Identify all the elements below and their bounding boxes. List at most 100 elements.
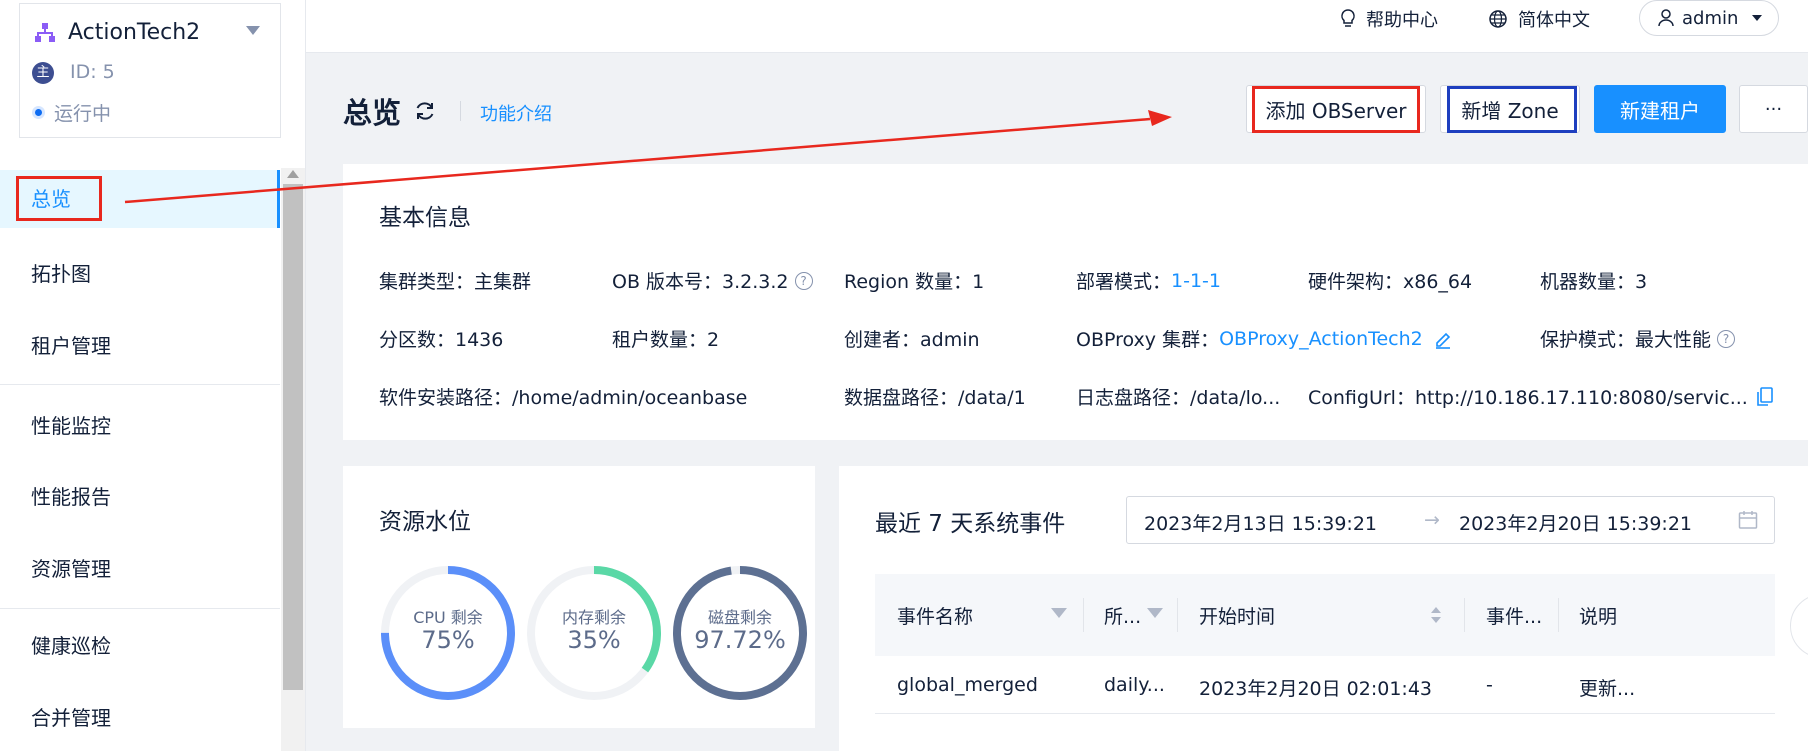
basic-info-title: 基本信息 (379, 205, 471, 231)
machine-count: 机器数量：3 (1540, 267, 1647, 294)
obproxy-link[interactable]: OBProxy_ActionTech2 (1219, 328, 1423, 350)
sidebar-item-performance-monitoring[interactable]: 性能监控 (0, 397, 280, 455)
question-circle-icon[interactable]: ? (794, 271, 813, 290)
nav-divider (0, 608, 280, 609)
calendar-icon[interactable] (1738, 510, 1758, 530)
region-count-text: Region 数量：1 (844, 271, 985, 293)
scroll-up-icon[interactable] (287, 170, 299, 178)
cell-description: 更新... (1579, 678, 1636, 700)
username: admin (1682, 7, 1739, 29)
resource-watermark-card: 资源水位 CPU 剩余 75% 内存剩余 35% 磁盘剩余 97.72% (343, 466, 815, 728)
edit-icon[interactable] (1433, 329, 1453, 349)
sidebar-item-resource-management[interactable]: 资源管理 (0, 540, 280, 598)
cluster-type-text: 集群类型：主集群 (379, 271, 532, 293)
user-icon (1658, 9, 1674, 27)
sidebar-item-topology[interactable]: 拓扑图 (0, 245, 280, 303)
hardware-arch: 硬件架构：x86_64 (1308, 267, 1472, 294)
deploy-mode-link[interactable]: 1-1-1 (1171, 270, 1221, 292)
table-row[interactable]: global_merged daily... 2023年2月20日 02:01:… (875, 656, 1775, 714)
refresh-icon[interactable] (414, 100, 436, 122)
add-observer-button[interactable]: 添加 OBServer (1246, 85, 1426, 133)
sidebar-item-tenant-management[interactable]: 租户管理 (0, 317, 280, 375)
column-start-time: 开始时间 (1199, 606, 1276, 628)
cluster-type: 集群类型：主集群 (379, 267, 531, 294)
help-center-link[interactable]: 帮助中心 (1340, 6, 1438, 32)
column-divider (1177, 598, 1178, 632)
resource-watermark-title: 资源水位 (379, 509, 471, 535)
creator: 创建者：admin (844, 325, 980, 352)
language-switch[interactable]: 简体中文 (1488, 6, 1590, 32)
filter-icon[interactable] (1051, 608, 1067, 618)
feature-intro-link[interactable]: 功能介绍 (480, 100, 552, 126)
config-url-text: ConfigUrl：http://10.186.17.110:8080/serv… (1308, 387, 1748, 409)
column-divider (1558, 598, 1559, 632)
more-actions-button[interactable]: ··· (1739, 85, 1808, 133)
ob-version: OB 版本号：3.2.3.2? (612, 267, 813, 294)
column-divider (1464, 598, 1465, 632)
sidebar-item-performance-report[interactable]: 性能报告 (0, 468, 280, 526)
protect-mode-text: 保护模式：最大性能 (1540, 329, 1712, 351)
cpu-gauge-label: CPU 剩余 (413, 608, 483, 627)
cell-event-status: - (1486, 674, 1493, 696)
column-event-name: 事件名称 (897, 606, 974, 628)
column-event-status: 事件... (1486, 606, 1543, 628)
system-events-card: 最近 7 天系统事件 2023年2月13日 15:39:21 → 2023年2月… (839, 466, 1808, 751)
sidebar-item-overview[interactable]: 总览 (0, 170, 280, 228)
memory-gauge-label: 内存剩余 (561, 608, 626, 627)
question-circle-icon[interactable]: ? (1717, 329, 1736, 348)
log-disk-path: 日志盘路径：/data/lo... (1076, 383, 1280, 410)
tenant-count-text: 租户数量：2 (612, 329, 720, 351)
data-disk-path: 数据盘路径：/data/1 (844, 383, 1026, 410)
basic-info-card: 基本信息 集群类型：主集群 OB 版本号：3.2.3.2? Region 数量：… (343, 164, 1808, 440)
cluster-status: 运行中 (54, 103, 112, 125)
lightbulb-icon (1341, 9, 1355, 27)
sidebar: ActionTech2 主 ID: 5 运行中 总览 拓扑图 租户管理 性能监控… (0, 0, 306, 751)
status-dot-icon (32, 106, 45, 119)
date-range-picker[interactable]: 2023年2月13日 15:39:21 → 2023年2月20日 15:39:2… (1126, 496, 1775, 544)
install-path-text: 软件安装路径：/home/admin/oceanbase (379, 387, 748, 409)
ob-version-text: OB 版本号：3.2.3.2 (612, 271, 789, 293)
partition-count-text: 分区数：1436 (379, 329, 504, 351)
tenant-count: 租户数量：2 (612, 325, 719, 352)
table-header: 事件名称 所... 开始时间 事件... 说明 (875, 574, 1775, 656)
cell-event-name: global_merged (897, 674, 1038, 696)
top-bar: 帮助中心 简体中文 admin (306, 0, 1808, 53)
cluster-name: ActionTech2 (68, 20, 201, 45)
cell-start-time: 2023年2月20日 02:01:43 (1199, 678, 1432, 700)
cluster-icon (35, 23, 55, 42)
creator-text: 创建者：admin (844, 329, 980, 351)
deploy-mode: 部署模式： 1-1-1 (1076, 267, 1221, 294)
column-belongs: 所... (1104, 606, 1142, 628)
sort-icon[interactable] (1430, 604, 1442, 626)
cpu-gauge-value: 75% (421, 626, 475, 654)
obproxy-cluster: OBProxy 集群： OBProxy_ActionTech2 (1076, 325, 1453, 352)
hardware-arch-text: 硬件架构：x86_64 (1308, 271, 1473, 293)
language-label: 简体中文 (1518, 10, 1590, 31)
deploy-mode-label: 部署模式： (1076, 271, 1172, 293)
filter-icon[interactable] (1147, 608, 1163, 618)
column-divider (1083, 598, 1084, 632)
config-url: ConfigUrl：http://10.186.17.110:8080/serv… (1308, 383, 1774, 410)
protect-mode: 保护模式：最大性能? (1540, 325, 1736, 352)
disk-gauge: 磁盘剩余 97.72% (671, 564, 809, 702)
sidebar-scrollbar-thumb[interactable] (283, 184, 303, 690)
user-menu[interactable]: admin (1639, 0, 1779, 36)
range-end-input[interactable]: 2023年2月20日 15:39:21 (1459, 509, 1692, 536)
data-disk-path-text: 数据盘路径：/data/1 (844, 387, 1026, 409)
sidebar-item-health-inspection[interactable]: 健康巡检 (0, 617, 280, 675)
memory-gauge-value: 35% (567, 626, 621, 654)
column-description: 说明 (1579, 606, 1618, 628)
machine-count-text: 机器数量：3 (1540, 271, 1648, 293)
cluster-selector[interactable]: ActionTech2 主 ID: 5 运行中 (19, 3, 281, 138)
cluster-id: ID: 5 (70, 61, 115, 83)
sidebar-item-merge-management[interactable]: 合并管理 (0, 689, 280, 747)
page-title: 总览 (343, 96, 402, 130)
obproxy-label: OBProxy 集群： (1076, 329, 1220, 351)
range-start-input[interactable]: 2023年2月13日 15:39:21 (1144, 509, 1377, 536)
copy-icon[interactable] (1756, 386, 1774, 407)
chevron-down-icon[interactable] (246, 26, 260, 35)
cpu-gauge: CPU 剩余 75% (379, 564, 517, 702)
title-divider (460, 101, 461, 121)
add-zone-button[interactable]: 新增 Zone (1440, 85, 1580, 133)
new-tenant-button[interactable]: 新建租户 (1594, 85, 1726, 133)
